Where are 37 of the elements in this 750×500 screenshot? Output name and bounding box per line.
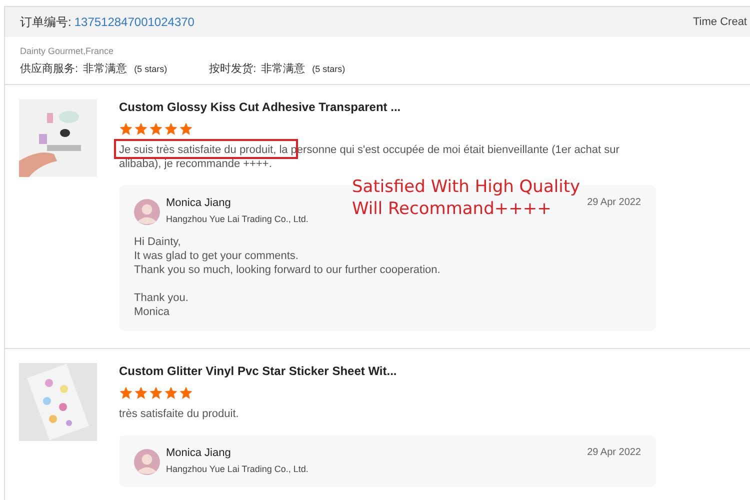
rating-value: 非常满意 <box>83 62 128 76</box>
time-created-label: Time Creat <box>693 16 747 28</box>
star-icon <box>164 122 178 136</box>
star-icon <box>179 122 193 136</box>
reply-text: Monica <box>134 305 170 319</box>
rating-stars: (5 stars) <box>312 64 346 74</box>
review-comment: très satisfaite du produit. <box>119 407 240 421</box>
reply-text: Hi Dainty, <box>134 235 182 249</box>
star-icon <box>179 386 193 400</box>
product-title[interactable]: Custom Glossy Kiss Cut Adhesive Transparent ... <box>119 100 656 114</box>
avatar-icon <box>134 199 160 225</box>
star-icon <box>164 386 178 400</box>
star-icon <box>134 386 148 400</box>
order-number-link[interactable]: 137512847001024370 <box>74 15 194 29</box>
order-label: 订单编号: <box>20 14 72 30</box>
reply-date: 29 Apr 2022 <box>587 447 641 458</box>
rating-value: 非常满意 <box>261 62 306 76</box>
rating-stars: (5 stars) <box>134 64 168 74</box>
company-name: Hangzhou Yue Lai Trading Co., Ltd. <box>166 464 308 474</box>
reply-text: Thank you so much, looking forward to our further cooperation. <box>134 263 442 277</box>
star-icon <box>134 122 148 136</box>
avatar-icon <box>134 449 160 475</box>
reply-date: 29 Apr 2022 <box>587 197 641 208</box>
rating-label: 供应商服务: <box>20 62 78 76</box>
rating-label: 按时发货: <box>209 62 256 76</box>
reply-text: It was glad to get your comments. <box>134 249 300 263</box>
buyer-name: Dainty Gourmet,France <box>20 46 115 56</box>
reply-text: Thank you. <box>134 291 190 305</box>
star-icon <box>119 386 133 400</box>
product-title[interactable]: Custom Glitter Vinyl Pvc Star Sticker Sheet Wit... <box>119 364 656 378</box>
company-name: Hangzhou Yue Lai Trading Co., Ltd. <box>166 214 308 224</box>
replier-name: Monica Jiang <box>166 447 232 459</box>
star-icon <box>149 122 163 136</box>
annotation-text: Satisfied With High Quality Will Recommand++++ <box>352 176 580 220</box>
star-icon <box>119 122 133 136</box>
star-icon <box>149 386 163 400</box>
replier-name: Monica Jiang <box>166 197 232 209</box>
